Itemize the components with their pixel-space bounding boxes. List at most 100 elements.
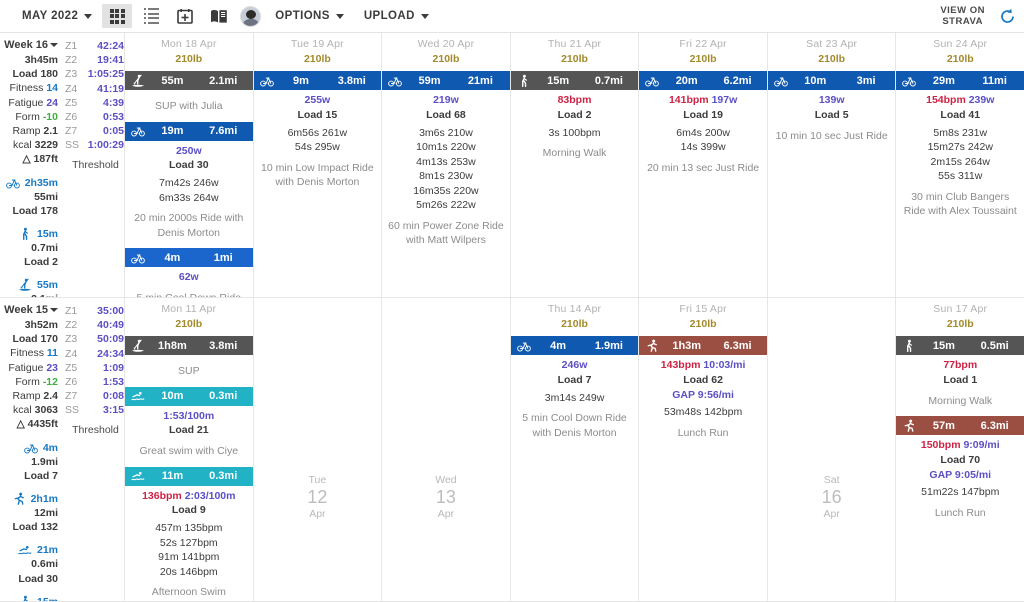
activity-bar[interactable]: 11m0.3mi [125,467,253,486]
library-icon[interactable] [204,4,234,28]
day-cell[interactable]: Tue 19 Apr210lb 9m3.8mi255wLoad 156m56s 2… [254,33,383,297]
zone-value: 40:49 [84,318,124,332]
day-cell[interactable]: Sun 24 Apr210lb29m11mi154bpm 239wLoad 41… [896,33,1024,297]
activity-heartrate: 154bpm [926,94,966,106]
day-cell[interactable]: Mon 18 Apr210lb55m2.1miSUP with Julia19m… [125,33,254,297]
month-selector[interactable]: MAY 2022 [10,10,100,22]
activity-lap: 3s 100bpm [514,126,636,141]
activity-power: 1:53/100m [163,410,214,422]
bike-icon [772,74,790,88]
add-calendar-icon[interactable] [170,4,200,28]
activity-lap: 55s 311w [899,169,1021,184]
day-header: Tue 19 Apr210lb [254,33,382,65]
day-cell[interactable]: Sat16Apr [768,298,897,601]
activity-duration: 55m [147,75,198,87]
day-cell[interactable]: Sun 17 Apr210lb15m0.5mi77bpmLoad 1Mornin… [896,298,1024,601]
activity-bar[interactable]: 10m3mi [768,71,896,90]
activity-card[interactable]: 1h3m6.3mi143bpm 10:03/miLoad 62GAP 9:56/… [639,336,767,442]
list-view-icon[interactable] [136,4,166,28]
day-cell[interactable]: Tue12Apr [254,298,383,601]
activity-distance: 0.3mi [198,390,249,402]
activity-title: 60 min Power Zone Ride with Matt Wilpers [385,213,507,248]
refresh-icon[interactable] [999,8,1016,25]
empty-day-dow: Tue [254,474,382,487]
day-cell[interactable]: Thu 21 Apr210lb15m0.7mi83bpmLoad 23s 100… [511,33,640,297]
day-cell[interactable]: Thu 14 Apr210lb4m1.9mi246wLoad 73m14s 24… [511,298,640,601]
grid-view-icon[interactable] [102,4,132,28]
toolbar-right-group: VIEW ON STRAVA [940,5,1016,27]
activity-card[interactable]: 4m1mi62w5 min Cool Down Ride with Denis … [125,248,253,298]
activity-bar[interactable]: 9m3.8mi [254,71,382,90]
activity-heartrate: 83bpm [558,94,592,106]
activity-metrics: 219w [385,93,507,108]
activity-card[interactable]: 11m0.3mi136bpm 2:03/100mLoad 9457m 135bp… [125,467,253,602]
activity-title: Morning Walk [514,140,636,161]
day-cell[interactable]: Fri 15 Apr210lb1h3m6.3mi143bpm 10:03/miL… [639,298,768,601]
activity-title: 30 min Club Bangers Ride with Alex Touss… [899,184,1021,219]
walk-icon [18,595,33,602]
activity-bar[interactable]: 1h3m6.3mi [639,336,767,355]
zone-label: Z2 [65,53,80,67]
week-summary-week-15: Week 153h52mLoad 170Fitness 11Fatigue 23… [0,298,125,601]
activity-bar[interactable]: 15m0.5mi [896,336,1024,355]
view-on-strava-button[interactable]: VIEW ON STRAVA [940,5,985,27]
activity-card[interactable]: 55m2.1miSUP with Julia [125,71,253,116]
activity-details: 77bpmLoad 1Morning Walk [896,355,1024,410]
sport-distance: 12mi [0,506,58,520]
activity-card[interactable]: 57m6.3mi150bpm 9:09/miLoad 70GAP 9:05/mi… [896,416,1024,522]
day-cell[interactable]: Wed 20 Apr210lb59m21mi219wLoad 683m6s 21… [382,33,511,297]
activity-bar[interactable]: 4m1.9mi [511,336,639,355]
day-weight: 210lb [639,315,767,330]
day-weight: 210lb [254,50,382,65]
activity-card[interactable]: 10m0.3mi1:53/100mLoad 21Great swim with … [125,387,253,461]
day-cell[interactable]: Wed13Apr [382,298,511,601]
activity-bar[interactable]: 1h8m3.8mi [125,336,253,355]
activity-card[interactable]: 19m7.6mi250wLoad 307m42s 246w6m33s 264w2… [125,122,253,243]
activity-lap: 14s 399w [642,140,764,155]
activity-card[interactable]: 29m11mi154bpm 239wLoad 415m8s 231w15m27s… [896,71,1024,221]
activity-bar[interactable]: 59m21mi [382,71,510,90]
day-cell[interactable]: Fri 22 Apr210lb20m6.2mi141bpm 197wLoad 1… [639,33,768,297]
week-kcal-value: 3229 [35,139,58,151]
activity-bar[interactable]: 29m11mi [896,71,1024,90]
activity-card[interactable]: 4m1.9mi246wLoad 73m14s 249w5 min Cool Do… [511,336,639,442]
activity-card[interactable]: 1h8m3.8miSUP [125,336,253,381]
options-menu[interactable]: OPTIONS [265,10,354,22]
week-form-value: -12 [43,376,58,388]
activity-card[interactable]: 20m6.2mi141bpm 197wLoad 196m4s 200w14s 3… [639,71,767,177]
activity-metrics: 62w [128,270,250,285]
activity-card[interactable]: 15m0.5mi77bpmLoad 1Morning Walk [896,336,1024,410]
activity-bar[interactable]: 19m7.6mi [125,122,253,141]
day-name: Thu 14 Apr [511,303,639,315]
day-cell[interactable]: Mon 11 Apr210lb1h8m3.8miSUP10m0.3mi1:53/… [125,298,254,601]
activity-bar[interactable]: 15m0.7mi [511,71,639,90]
zone-value: 1:53 [84,375,124,389]
empty-day-month: Apr [254,508,382,521]
activity-distance: 0.5mi [969,340,1020,352]
week-form-label: Form [15,111,42,123]
week-fitness-label: Fitness [10,82,47,94]
activity-bar[interactable]: 4m1mi [125,248,253,267]
activity-lap: 52s 127bpm [128,536,250,551]
sport-distance: 55mi [0,190,58,204]
activity-metrics: 139w [771,93,893,108]
activity-details: 246wLoad 73m14s 249w5 min Cool Down Ride… [511,355,639,442]
activity-bar[interactable]: 20m6.2mi [639,71,767,90]
upload-menu[interactable]: UPLOAD [354,10,439,22]
avatar[interactable] [240,6,261,27]
activity-bar[interactable]: 57m6.3mi [896,416,1024,435]
day-cell[interactable]: Sat 23 Apr210lb10m3mi139wLoad 510 min 10… [768,33,897,297]
activity-card[interactable]: 10m3mi139wLoad 510 min 10 sec Just Ride [768,71,896,145]
week-selector[interactable]: Week 16 [0,39,58,51]
activity-bar[interactable]: 55m2.1mi [125,71,253,90]
activity-card[interactable]: 9m3.8mi255wLoad 156m56s 261w54s 295w10 m… [254,71,382,192]
activity-bar[interactable]: 10m0.3mi [125,387,253,406]
activity-laps: 6m4s 200w14s 399w [642,123,764,155]
week-ramp-value: 2.4 [43,390,58,402]
activity-card[interactable]: 15m0.7mi83bpmLoad 23s 100bpmMorning Walk [511,71,639,163]
week-fatigue-label: Fatigue [8,97,46,109]
week-selector[interactable]: Week 15 [0,304,58,316]
swim-icon [129,389,147,403]
zone-value: 1:09 [84,361,124,375]
activity-card[interactable]: 59m21mi219wLoad 683m6s 210w10m1s 220w4m1… [382,71,510,250]
